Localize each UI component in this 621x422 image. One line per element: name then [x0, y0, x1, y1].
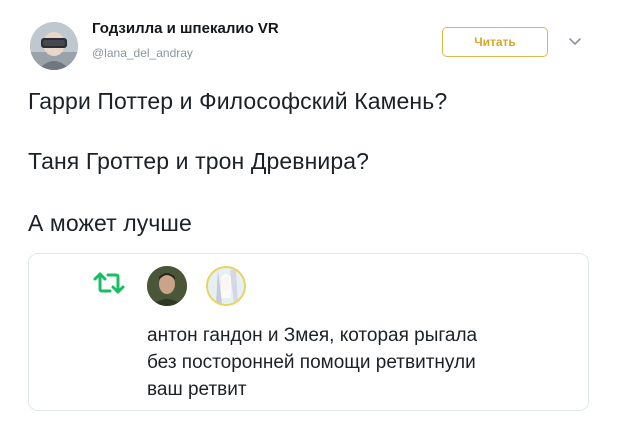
- tweet-text-line: А может лучше: [28, 210, 192, 236]
- retweet-icon: [93, 272, 125, 294]
- avatar-image: [30, 22, 78, 70]
- notification-line: антон гандон и Змея, которая рыгала: [147, 325, 478, 346]
- retweeter-avatar[interactable]: [147, 266, 187, 306]
- tweet-text-line: Гарри Поттер и Философский Камень?: [28, 88, 448, 114]
- notification-text: антон гандон и Змея, которая рыгала без …: [147, 322, 577, 403]
- chevron-down-icon[interactable]: [566, 33, 584, 51]
- follow-button[interactable]: Читать: [442, 27, 548, 57]
- retweeter-avatar[interactable]: [206, 266, 246, 306]
- retweeter-avatar-image: [147, 266, 187, 306]
- notification-line: без посторонней помощи ретвитнули: [147, 352, 476, 373]
- notification-line: ваш ретвит: [147, 379, 247, 400]
- retweeter-avatar-image: [208, 268, 244, 304]
- tweet-text-line: Таня Гроттер и трон Древнира?: [28, 148, 370, 174]
- user-handle[interactable]: @lana_del_andray: [92, 46, 193, 60]
- avatar[interactable]: [30, 22, 78, 70]
- display-name[interactable]: Годзилла и шпекалио VR: [92, 20, 279, 37]
